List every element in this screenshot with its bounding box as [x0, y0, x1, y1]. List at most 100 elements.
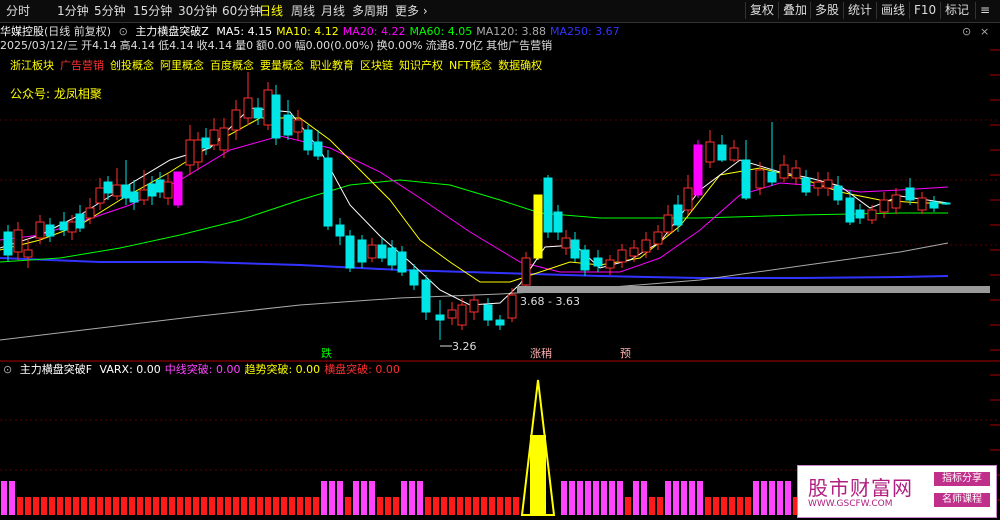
- candle-body: [193, 139, 203, 163]
- watermark-tag-course[interactable]: 名师课程: [934, 493, 990, 507]
- concept-tag[interactable]: NFT概念: [449, 59, 492, 72]
- sub-bar: [777, 481, 783, 515]
- sub-bar: [73, 497, 79, 515]
- period-tab-15min[interactable]: 15分钟: [133, 3, 172, 19]
- spike-bar: [530, 435, 546, 515]
- period-tab-monthly[interactable]: 月线: [321, 3, 345, 19]
- sub-bar: [713, 497, 719, 515]
- period-tab-5min[interactable]: 5分钟: [94, 3, 126, 19]
- period-tab-more[interactable]: 更多 ›: [395, 3, 428, 19]
- concept-tag[interactable]: 浙江板块: [10, 59, 54, 72]
- candle-body: [779, 164, 789, 179]
- candle-body: [855, 209, 865, 219]
- statistics-button[interactable]: 统计: [843, 2, 876, 19]
- f10-button[interactable]: F10: [909, 2, 940, 19]
- sub-bar: [49, 497, 55, 515]
- candle-body: [483, 304, 493, 321]
- draw-line-button[interactable]: 画线: [876, 2, 909, 19]
- candle-body: [561, 237, 571, 249]
- overlay-button[interactable]: 叠加: [778, 2, 811, 19]
- candle-body: [533, 194, 543, 259]
- concept-tag[interactable]: 知识产权: [399, 59, 443, 72]
- period-tab-30min[interactable]: 30分钟: [178, 3, 217, 19]
- candle-body: [243, 97, 253, 119]
- candle-body: [767, 171, 777, 183]
- concept-tag[interactable]: 区块链: [360, 59, 393, 72]
- sub-bar: [657, 497, 663, 515]
- candle-body: [801, 177, 811, 193]
- watermark-logo: 股市财富网 WWW.GSCFW.COM 指标分享 名师课程: [797, 465, 997, 518]
- concept-tag[interactable]: 职业教育: [310, 59, 354, 72]
- multi-stock-button[interactable]: 多股: [810, 2, 843, 19]
- candle-body: [201, 137, 211, 149]
- sub-bar: [745, 497, 751, 515]
- sub-bar: [233, 497, 239, 515]
- candle-body: [129, 191, 139, 203]
- candle-body: [605, 259, 615, 269]
- concept-tag[interactable]: 百度概念: [210, 59, 254, 72]
- sub-bar: [225, 497, 231, 515]
- period-tab-multi[interactable]: 多周期: [352, 3, 388, 19]
- candle-body: [495, 319, 505, 326]
- concept-tag[interactable]: 数据确权: [498, 59, 542, 72]
- candle-body: [59, 221, 69, 231]
- sub-bar: [345, 497, 351, 515]
- sub-bar: [81, 497, 87, 515]
- sub-bar: [433, 497, 439, 515]
- candle-body: [313, 141, 323, 157]
- concept-tag[interactable]: 广告营销: [60, 59, 104, 72]
- sub-bar: [129, 497, 135, 515]
- signal-die-label: 跌: [321, 346, 332, 360]
- concept-tags: 浙江板块 广告营销 创投概念 阿里概念 百度概念 要量概念 职业教育 区块链 知识产权 NFT概念…: [10, 58, 548, 74]
- concept-tag[interactable]: 阿里概念: [160, 59, 204, 72]
- sub-bar: [313, 497, 319, 515]
- sub-bar: [161, 497, 167, 515]
- sub-bar: [409, 481, 415, 515]
- wechat-label: 公众号: 龙凤相聚: [10, 87, 102, 101]
- mark-button[interactable]: 标记: [940, 2, 973, 19]
- sub-bar: [505, 497, 511, 515]
- sub-bar: [193, 497, 199, 515]
- sub-bar: [393, 497, 399, 515]
- candle-body: [941, 202, 951, 205]
- candle-body: [95, 187, 105, 204]
- sub-bar: [353, 481, 359, 515]
- period-tab-1min[interactable]: 1分钟: [57, 3, 89, 19]
- candle-body: [75, 213, 85, 229]
- signal-limit-label: 涨稍: [530, 346, 552, 360]
- sub-bar: [633, 481, 639, 515]
- candle-body: [155, 179, 165, 193]
- period-tab-60min[interactable]: 60分钟: [222, 3, 261, 19]
- period-tab-daily[interactable]: 日线: [259, 3, 283, 19]
- period-tab-fenshi[interactable]: 分时: [6, 3, 30, 19]
- candle-body: [335, 224, 345, 237]
- settings-icon[interactable]: ⊙: [3, 363, 12, 376]
- sub-bar: [785, 481, 791, 515]
- sub-bar: [369, 481, 375, 515]
- menu-icon[interactable]: ≡: [975, 2, 994, 19]
- fuquan-button[interactable]: 复权: [745, 2, 778, 19]
- candle-body: [507, 294, 517, 319]
- kline-chart[interactable]: 3.68 - 3.63 3.26 跌 涨稍 预: [0, 22, 1000, 520]
- sub-bar: [497, 497, 503, 515]
- sub-bar: [385, 497, 391, 515]
- candle-body: [303, 129, 313, 151]
- sub-bar: [121, 497, 127, 515]
- sub-bar: [185, 497, 191, 515]
- concept-tag[interactable]: 要量概念: [260, 59, 304, 72]
- candle-body: [905, 187, 915, 201]
- candle-body: [367, 244, 377, 259]
- candle-body: [173, 171, 183, 206]
- concept-tag[interactable]: 创投概念: [110, 59, 154, 72]
- period-tab-weekly[interactable]: 周线: [291, 3, 315, 19]
- sub-bar: [401, 481, 407, 515]
- sub-bar: [265, 497, 271, 515]
- sub-indicator-value: 横盘突破: 0.00: [324, 363, 400, 376]
- candle-body: [271, 94, 281, 139]
- sub-indicator-name[interactable]: 主力横盘突破F: [20, 363, 92, 376]
- sub-bar: [17, 497, 23, 515]
- watermark-tag-indicator[interactable]: 指标分享: [934, 472, 990, 486]
- sub-bar: [449, 497, 455, 515]
- candle-body: [823, 179, 833, 189]
- sub-bar: [297, 497, 303, 515]
